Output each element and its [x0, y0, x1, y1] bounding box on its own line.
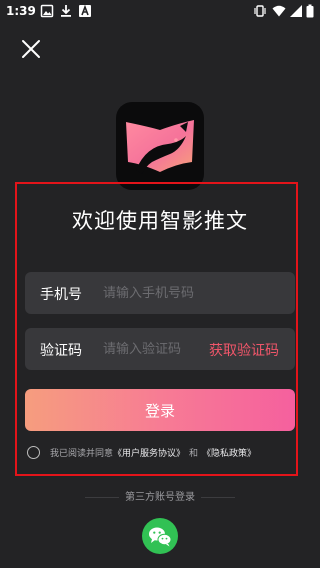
app-logo-icon: [126, 120, 194, 174]
agreement-and: 和: [189, 448, 199, 459]
download-icon: [61, 5, 71, 17]
status-bar: 1:39: [0, 0, 320, 24]
third-party-heading: 第三方账号登录: [0, 488, 320, 503]
image-icon: [40, 4, 54, 18]
divider-right: [201, 496, 235, 498]
app-logo: [116, 102, 204, 190]
close-button[interactable]: [20, 38, 42, 60]
get-code-button[interactable]: 获取验证码: [209, 340, 279, 360]
battery-icon: [306, 4, 314, 18]
signal-icon: [290, 5, 302, 17]
user-agreement-link[interactable]: 《用户服务协议》: [113, 446, 185, 459]
wifi-icon: [272, 5, 286, 17]
agreement-row: 我已阅读并同意 《用户服务协议》 和 《隐私政策》: [27, 444, 297, 460]
status-time: 1:39: [6, 4, 36, 18]
phone-input[interactable]: [103, 280, 273, 306]
wechat-login-button[interactable]: [142, 518, 178, 554]
phone-field: 手机号: [25, 272, 295, 314]
code-input[interactable]: [103, 336, 203, 362]
code-field: 验证码 获取验证码: [25, 328, 295, 370]
welcome-title: 欢迎使用智影推文: [72, 209, 248, 233]
vibrate-icon: [254, 5, 266, 17]
agreement-checkbox[interactable]: [27, 445, 40, 459]
login-button[interactable]: 登录: [25, 389, 295, 431]
divider-left: [85, 496, 119, 498]
wechat-icon: [149, 527, 172, 547]
third-party-title: 第三方账号登录: [125, 492, 195, 503]
a-box-icon: [79, 4, 91, 17]
phone-label: 手机号: [40, 287, 82, 303]
code-label: 验证码: [40, 343, 82, 359]
agreement-prefix: 我已阅读并同意: [50, 448, 114, 459]
close-icon: [22, 40, 40, 58]
privacy-policy-link[interactable]: 《隐私政策》: [202, 446, 256, 459]
